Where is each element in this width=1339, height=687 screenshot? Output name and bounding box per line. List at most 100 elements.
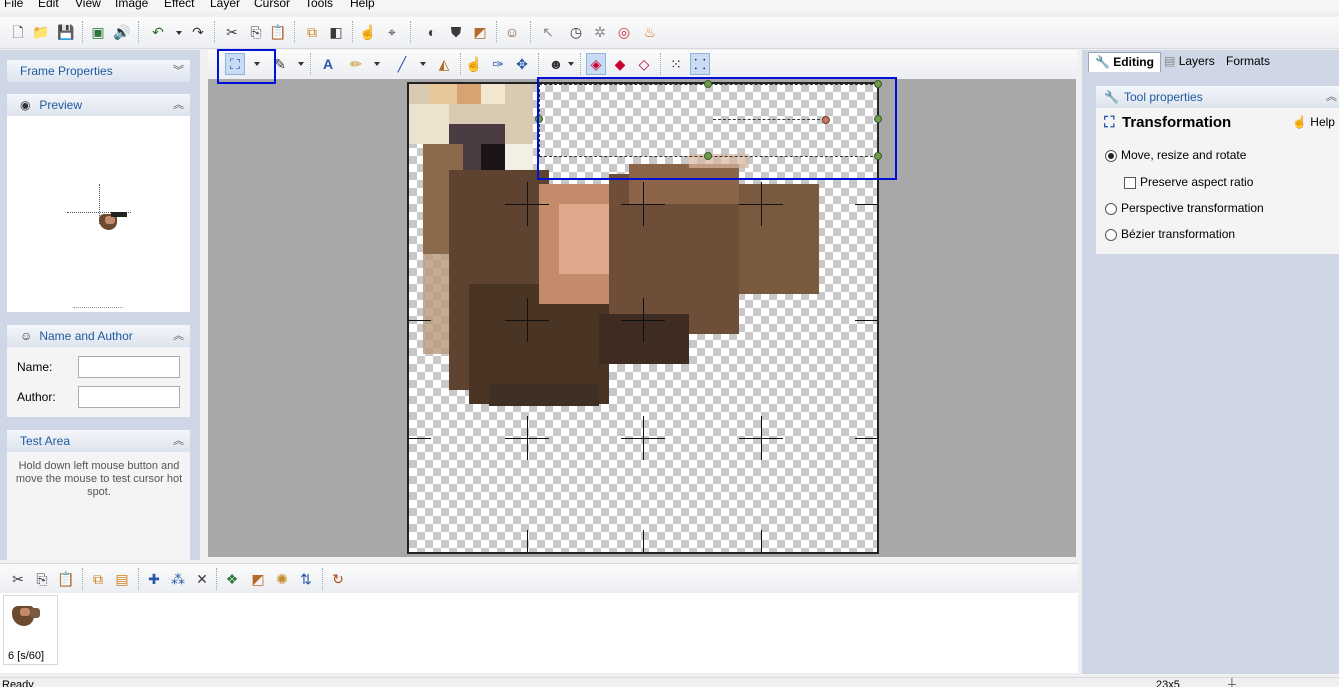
tool-properties-header[interactable]: 🔧 Tool properties ︽ — [1096, 86, 1339, 108]
chevron-up-icon[interactable]: ︽ — [1326, 86, 1337, 108]
insert-frame-icon[interactable]: ▤ — [112, 568, 132, 590]
fire-icon[interactable]: ♨ — [640, 21, 660, 43]
add-frame-icon[interactable]: ✚ — [144, 568, 164, 590]
clock-icon[interactable]: ◷ — [566, 21, 586, 43]
name-input[interactable] — [78, 356, 180, 378]
radio-bezier[interactable] — [1105, 228, 1117, 241]
replace-mode-icon[interactable]: ◆ — [610, 53, 630, 75]
toolbar-separator — [538, 53, 539, 75]
chevron-up-icon[interactable]: ︽ — [173, 325, 184, 347]
chevron-up-icon[interactable]: ︽ — [173, 430, 184, 452]
preview-title: Preview — [39, 98, 83, 112]
text-tool-icon[interactable]: A — [318, 53, 338, 75]
export-icon[interactable]: ▣ — [88, 21, 108, 43]
undo-dropdown-icon[interactable] — [176, 31, 182, 35]
arrow-cursor-icon[interactable]: ↖ — [538, 21, 558, 43]
lifebuoy-icon[interactable]: ◎ — [614, 21, 634, 43]
frame-properties-header[interactable]: Frame Properties ︾ — [7, 60, 190, 82]
frame-preview-image — [12, 604, 40, 626]
menu-help[interactable]: Help — [350, 0, 375, 10]
duplicate-icon[interactable]: ⧉ — [302, 21, 322, 43]
tab-formats[interactable]: Formats — [1220, 52, 1276, 72]
stamp-icon[interactable]: ⛊ — [446, 21, 466, 43]
pencil-dropdown-icon[interactable] — [374, 62, 380, 66]
tab-layers[interactable]: ▤ Layers — [1158, 52, 1221, 72]
user-icon[interactable]: ☺ — [502, 21, 522, 43]
add-frames-icon[interactable]: ⁂ — [168, 568, 188, 590]
pointer-icon[interactable]: ⌖ — [382, 21, 402, 43]
menu-file[interactable]: File — [4, 0, 23, 10]
duplicate-frame-icon[interactable]: ⧉ — [88, 568, 108, 590]
name-author-header[interactable]: ☺ Name and Author ︽ — [7, 325, 190, 347]
menu-layer[interactable]: Layer — [210, 0, 240, 10]
option-move-resize-rotate[interactable]: Move, resize and rotate — [1105, 148, 1246, 162]
reorder-icon[interactable]: ⇅ — [296, 568, 316, 590]
pencil-tool-icon[interactable]: ✏ — [346, 53, 366, 75]
option-preserve-aspect[interactable]: Preserve aspect ratio — [1124, 175, 1253, 189]
delete-frame-icon[interactable]: ✕ — [192, 568, 212, 590]
name-author-body: Name: Author: — [7, 347, 190, 417]
fill-tool-icon[interactable]: ◭ — [434, 53, 454, 75]
test-area-header[interactable]: Test Area ︽ — [7, 430, 190, 452]
menu-cursor[interactable]: Cursor — [254, 0, 290, 10]
copy-frame-icon[interactable]: ⎘ — [32, 568, 52, 590]
menu-view[interactable]: View — [75, 0, 101, 10]
option-perspective[interactable]: Perspective transformation — [1105, 201, 1264, 215]
hand-tool-icon[interactable]: ☝ — [464, 53, 484, 75]
ruler-icon[interactable]: ◩ — [470, 21, 490, 43]
busy-cursor-icon[interactable]: ✲ — [590, 21, 610, 43]
tool-title: Transformation — [1122, 114, 1232, 131]
frame-thumbnail[interactable]: 6 [s/60] — [3, 595, 58, 665]
undo-icon[interactable]: ↶ — [148, 21, 168, 43]
toolbar-separator — [410, 21, 411, 43]
open-folder-icon[interactable]: 📁 — [31, 21, 51, 43]
resize-grip[interactable] — [73, 307, 123, 310]
preview-area — [7, 116, 190, 312]
brush-dropdown-icon[interactable] — [298, 62, 304, 66]
reload-icon[interactable]: ↻ — [328, 568, 348, 590]
line-tool-icon[interactable]: ╱ — [392, 53, 412, 75]
author-input[interactable] — [78, 386, 180, 408]
layer-mode-icon[interactable]: ◇ — [634, 53, 654, 75]
chevron-up-icon[interactable]: ︽ — [173, 94, 184, 116]
highlight-transform-tool — [217, 49, 276, 84]
save-icon[interactable]: 💾 — [56, 21, 76, 43]
paste-icon[interactable]: 📋 — [268, 21, 288, 43]
paste-frame-icon[interactable]: 📋 — [56, 568, 76, 590]
color-dropdown-icon[interactable] — [568, 62, 574, 66]
new-icon[interactable]: 🗋 — [8, 21, 28, 43]
hand-icon[interactable]: ☝ — [358, 21, 378, 43]
blend-mode-icon[interactable]: ◈ — [586, 53, 606, 75]
contrast-icon[interactable]: ◐ — [422, 21, 442, 43]
sound-icon[interactable]: 🔊 — [112, 21, 132, 43]
tab-editing[interactable]: 🔧 Editing — [1088, 52, 1161, 72]
effects-icon[interactable]: ❖ — [222, 568, 242, 590]
radio-move[interactable] — [1105, 149, 1117, 162]
flip-icon[interactable]: ◧ — [326, 21, 346, 43]
checkbox-preserve[interactable] — [1124, 176, 1136, 189]
frame-properties-title: Frame Properties — [20, 64, 113, 78]
eyedropper-tool-icon[interactable]: ✑ — [488, 53, 508, 75]
line-dropdown-icon[interactable] — [420, 62, 426, 66]
grid-mode-icon[interactable]: ⸬ — [690, 53, 710, 75]
gear-icon[interactable]: ✺ — [272, 568, 292, 590]
menu-image[interactable]: Image — [115, 0, 148, 10]
chevron-down-icon[interactable]: ︾ — [173, 60, 184, 82]
color-picker-icon[interactable]: ☻ — [546, 53, 566, 75]
toolbar-separator — [660, 53, 661, 75]
radio-perspective[interactable] — [1105, 202, 1117, 215]
frame-ruler-icon[interactable]: ◩ — [248, 568, 268, 590]
menu-edit[interactable]: Edit — [38, 0, 59, 10]
menu-tools[interactable]: Tools — [305, 0, 333, 10]
move-tool-icon[interactable]: ✥ — [512, 53, 532, 75]
menu-effect[interactable]: Effect — [164, 0, 194, 10]
redo-icon[interactable]: ↷ — [188, 21, 208, 43]
dots-mode-icon[interactable]: ⁙ — [666, 53, 686, 75]
transform-tool-icon: ⛶ — [1104, 114, 1115, 131]
option-bezier[interactable]: Bézier transformation — [1105, 227, 1235, 241]
preview-header[interactable]: ◉ Preview ︽ — [7, 94, 190, 116]
copy-icon[interactable]: ⎘ — [246, 21, 266, 43]
cut-icon[interactable]: ✂ — [222, 21, 242, 43]
help-button[interactable]: ☝ Help — [1292, 115, 1335, 129]
cut-frame-icon[interactable]: ✂ — [8, 568, 28, 590]
